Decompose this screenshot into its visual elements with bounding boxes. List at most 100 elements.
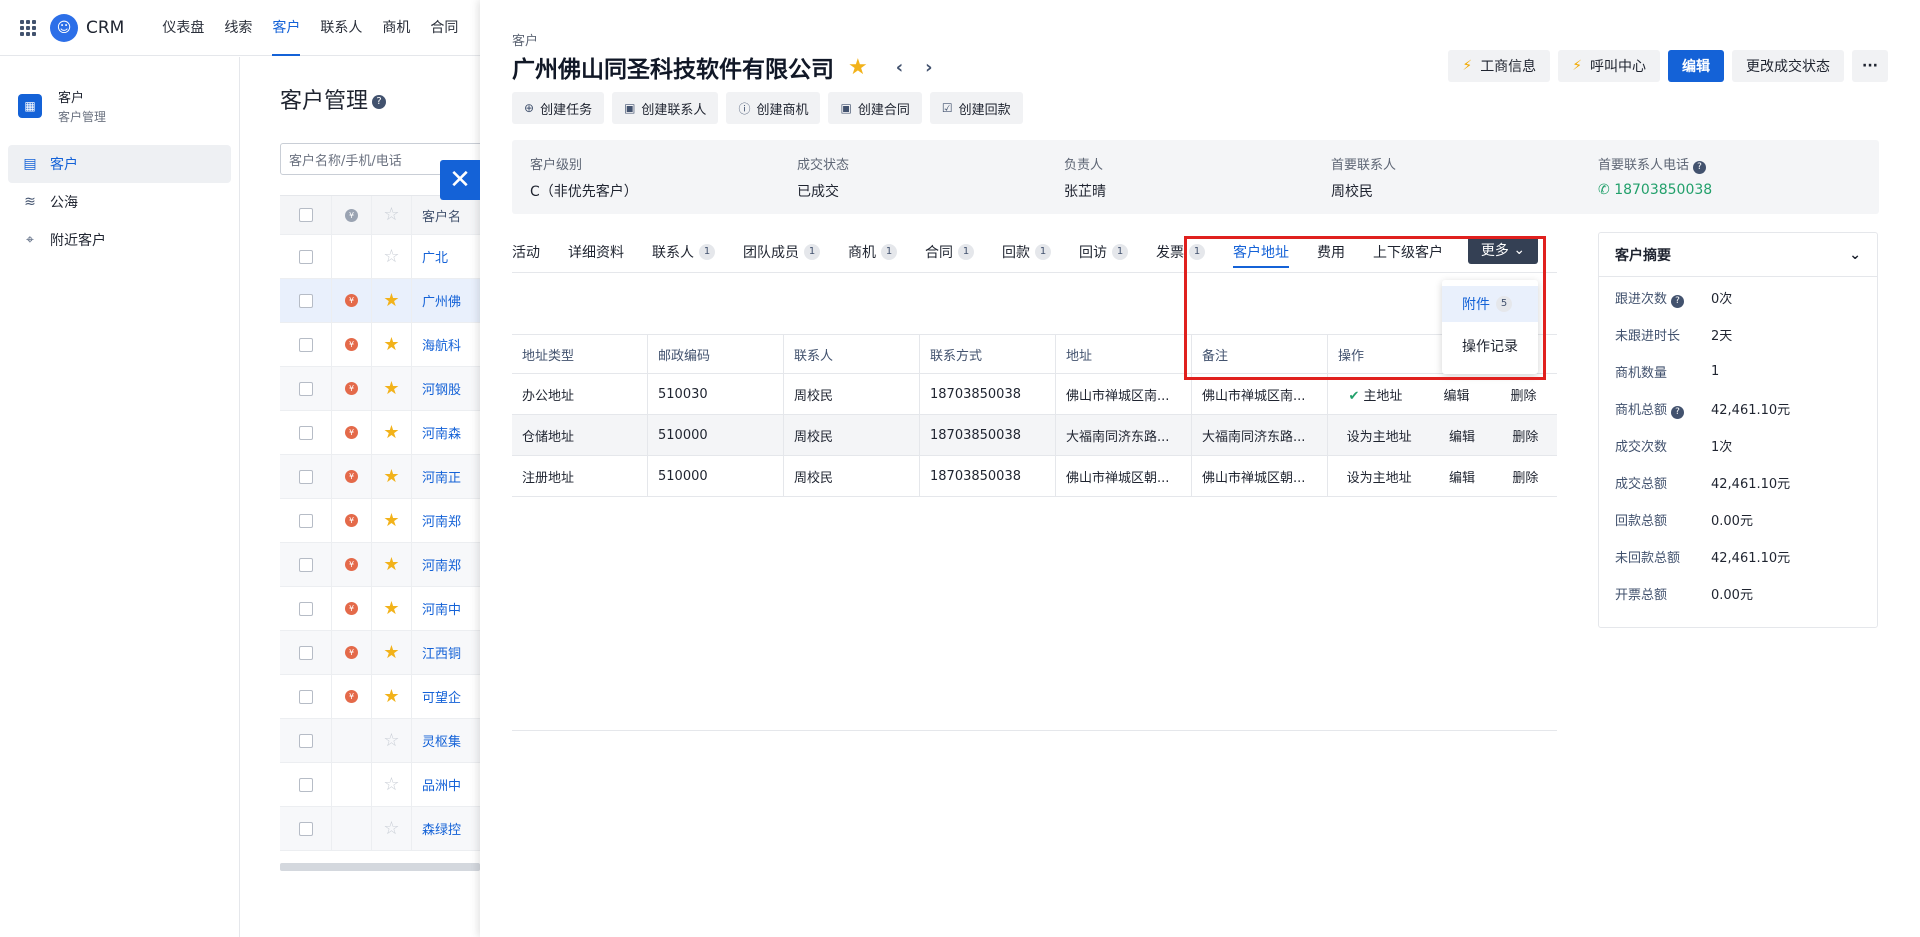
star-icon[interactable]: ★ <box>383 379 399 398</box>
star-icon[interactable]: ★ <box>383 599 399 618</box>
row-checkbox[interactable] <box>298 645 313 660</box>
star-icon[interactable]: ★ <box>383 291 399 310</box>
more-actions-button[interactable]: ··· <box>1852 50 1888 82</box>
star-icon[interactable]: ★ <box>383 335 399 354</box>
change-deal-status-button[interactable]: 更改成交状态 <box>1732 50 1845 82</box>
create-action-button[interactable]: ▣ 创建合同 <box>828 92 922 124</box>
breadcrumb[interactable]: 客户 <box>512 30 538 49</box>
customer-name-link[interactable]: 河南郑 <box>412 499 472 542</box>
nav-item[interactable]: 联系人 <box>310 0 372 56</box>
customer-name-link[interactable]: 江西铜 <box>412 631 472 674</box>
row-checkbox[interactable] <box>298 689 313 704</box>
table-row[interactable]: ¥ ★ 可望企 <box>280 675 480 719</box>
customer-name-link[interactable]: 广州佛 <box>412 279 472 322</box>
help-icon[interactable]: ? <box>1671 294 1685 308</box>
next-record-chevron-icon[interactable]: › <box>925 57 932 78</box>
tab-1[interactable]: 详细资料 <box>568 236 624 268</box>
row-checkbox[interactable] <box>298 733 313 748</box>
customer-name-link[interactable]: 河南正 <box>412 455 472 498</box>
row-checkbox[interactable] <box>298 249 313 264</box>
call-center-button[interactable]: ⚡ 呼叫中心 <box>1558 50 1661 82</box>
tab-6[interactable]: 回款 1 <box>1002 236 1051 268</box>
help-icon[interactable]: ? <box>1671 405 1685 419</box>
delete-link[interactable]: 删除 <box>1512 467 1538 486</box>
row-checkbox[interactable] <box>298 425 313 440</box>
create-action-button[interactable]: ☑ 创建回款 <box>929 92 1023 124</box>
nav-item[interactable]: 线索 <box>214 0 262 56</box>
row-checkbox[interactable] <box>298 381 313 396</box>
customer-summary-header[interactable]: 客户摘要 ⌄ <box>1599 233 1877 277</box>
nav-item[interactable]: 客户 <box>262 0 310 56</box>
customer-name-link[interactable]: 品洲中 <box>412 763 472 806</box>
star-icon[interactable]: ☆ <box>383 775 399 794</box>
table-row[interactable]: ¥ ★ 江西铜 <box>280 631 480 675</box>
set-main-address-link[interactable]: 设为主地址 <box>1347 426 1412 445</box>
customer-name-link[interactable]: 河南森 <box>412 411 472 454</box>
table-row[interactable]: ¥ ★ 河南正 <box>280 455 480 499</box>
set-main-address-link[interactable]: 设为主地址 <box>1347 467 1412 486</box>
create-action-button[interactable]: ⓘ 创建商机 <box>726 92 821 124</box>
chevron-down-icon[interactable]: ⌄ <box>1849 247 1861 263</box>
table-row[interactable]: ¥ ★ 海航科 <box>280 323 480 367</box>
star-icon[interactable]: ★ <box>383 555 399 574</box>
tab-10[interactable]: 费用 <box>1317 236 1345 268</box>
table-row[interactable]: ☆ 森绿控 <box>280 807 480 851</box>
star-icon[interactable]: ★ <box>383 643 399 662</box>
star-icon[interactable]: ☆ <box>383 819 399 838</box>
table-row[interactable]: ¥ ★ 河南中 <box>280 587 480 631</box>
help-icon[interactable]: ? <box>1693 161 1707 174</box>
tab-4[interactable]: 商机 1 <box>848 236 897 268</box>
favorite-star-icon[interactable]: ★ <box>848 55 868 80</box>
select-all-checkbox[interactable] <box>298 208 313 222</box>
summary-value[interactable]: ✆ 18703850038 <box>1598 182 1712 198</box>
customer-name-link[interactable]: 灵枢集 <box>412 719 472 762</box>
nav-item[interactable]: 商机 <box>372 0 420 56</box>
tab-3[interactable]: 团队成员 1 <box>743 236 820 268</box>
edit-link[interactable]: 编辑 <box>1449 467 1475 486</box>
customer-name-link[interactable]: 河南郑 <box>412 543 472 586</box>
star-icon[interactable]: ☆ <box>383 247 399 266</box>
star-icon[interactable]: ★ <box>383 687 399 706</box>
row-checkbox[interactable] <box>298 469 313 484</box>
edit-link[interactable]: 编辑 <box>1443 385 1469 404</box>
row-checkbox[interactable] <box>298 821 313 836</box>
table-row[interactable]: ¥ ★ 河南森 <box>280 411 480 455</box>
tab-8[interactable]: 发票 1 <box>1156 236 1205 268</box>
row-checkbox[interactable] <box>298 513 313 528</box>
edit-link[interactable]: 编辑 <box>1449 426 1475 445</box>
table-row[interactable]: ¥ ★ 广州佛 <box>280 279 480 323</box>
dropdown-item[interactable]: 附件 5 <box>1442 286 1538 322</box>
customer-name-link[interactable]: 海航科 <box>412 323 472 366</box>
nav-item[interactable]: 合同 <box>420 0 468 56</box>
row-checkbox[interactable] <box>298 293 313 308</box>
horizontal-scrollbar[interactable] <box>280 863 480 871</box>
star-icon[interactable]: ★ <box>383 423 399 442</box>
tab-11[interactable]: 上下级客户 <box>1373 236 1443 268</box>
prev-record-chevron-icon[interactable]: ‹ <box>896 57 903 78</box>
table-row[interactable]: ¥ ★ 河钢股 <box>280 367 480 411</box>
table-row[interactable]: ¥ ★ 河南郑 <box>280 499 480 543</box>
tab-7[interactable]: 回访 1 <box>1079 236 1128 268</box>
close-panel-button[interactable]: ✕ <box>440 160 480 200</box>
sidebar-item[interactable]: ≋ 公海 <box>8 183 231 221</box>
dropdown-item[interactable]: 操作记录 <box>1442 328 1538 364</box>
column-header-name[interactable]: 客户名 <box>412 196 472 234</box>
row-checkbox[interactable] <box>298 337 313 352</box>
tab-2[interactable]: 联系人 1 <box>652 236 715 268</box>
customer-name-link[interactable]: 河南中 <box>412 587 472 630</box>
delete-link[interactable]: 删除 <box>1512 426 1538 445</box>
star-icon[interactable]: ☆ <box>383 731 399 750</box>
star-icon[interactable]: ★ <box>383 467 399 486</box>
table-row[interactable]: ¥ ★ 河南郑 <box>280 543 480 587</box>
customer-name-link[interactable]: 森绿控 <box>412 807 472 850</box>
tab-0[interactable]: 活动 <box>512 236 540 268</box>
row-checkbox[interactable] <box>298 777 313 792</box>
tab-5[interactable]: 合同 1 <box>925 236 974 268</box>
delete-link[interactable]: 删除 <box>1510 385 1536 404</box>
customer-name-link[interactable]: 河钢股 <box>412 367 472 410</box>
row-checkbox[interactable] <box>298 601 313 616</box>
business-info-button[interactable]: ⚡ 工商信息 <box>1448 50 1551 82</box>
row-checkbox[interactable] <box>298 557 313 572</box>
create-action-button[interactable]: ▣ 创建联系人 <box>612 92 719 124</box>
star-icon[interactable]: ★ <box>383 511 399 530</box>
